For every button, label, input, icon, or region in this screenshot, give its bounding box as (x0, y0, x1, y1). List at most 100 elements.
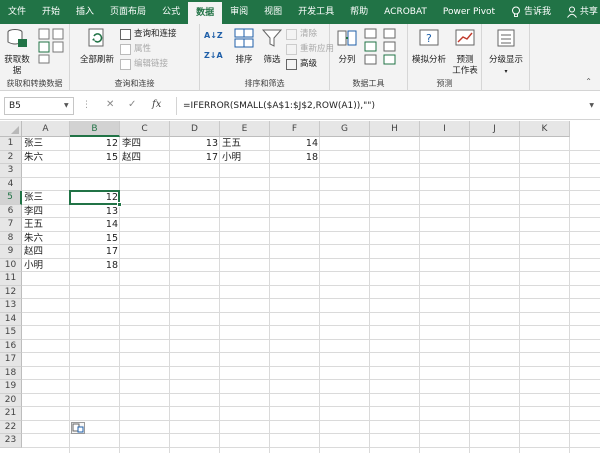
row-header-19[interactable]: 19 (0, 380, 22, 394)
forecast-sheet-button[interactable]: 预测 工作表 (450, 27, 480, 77)
cell-a7[interactable]: 王五 (22, 218, 70, 232)
select-all-button[interactable] (0, 121, 22, 137)
refresh-all-button[interactable]: 全部刷新 (76, 27, 118, 66)
row-header-1[interactable]: 1 (0, 137, 22, 151)
reapply-button[interactable]: 重新应用 (286, 43, 334, 55)
row-header-8[interactable]: 8 (0, 231, 22, 245)
column-header-i[interactable]: I (420, 121, 470, 137)
expand-formula-bar-icon[interactable]: ▼ (589, 102, 594, 109)
properties-button[interactable]: 属性 (120, 43, 151, 55)
row-header-4[interactable]: 4 (0, 177, 22, 191)
row-header-20[interactable]: 20 (0, 393, 22, 407)
column-header-c[interactable]: C (120, 121, 170, 137)
cell-f2[interactable]: 18 (270, 151, 320, 165)
filter-button[interactable]: 筛选 (260, 27, 284, 66)
tell-me-box[interactable]: 告诉我 (503, 0, 559, 24)
tab-file[interactable]: 文件 (0, 0, 34, 24)
get-data-button[interactable]: 获取数 据 (2, 27, 32, 77)
cell-b2[interactable]: 15 (70, 151, 120, 165)
column-header-k[interactable]: K (520, 121, 570, 137)
cell-a1[interactable]: 张三 (22, 137, 70, 151)
row-header-3[interactable]: 3 (0, 164, 22, 178)
cell-b9[interactable]: 17 (70, 245, 120, 259)
tab-insert[interactable]: 插入 (68, 0, 102, 24)
row-header-18[interactable]: 18 (0, 366, 22, 380)
cell-a6[interactable]: 李四 (22, 205, 70, 219)
name-box-dropdown-icon[interactable]: ▼ (64, 102, 69, 109)
enter-formula-button[interactable]: ✓ (128, 99, 136, 110)
advanced-button[interactable]: 高级 (286, 58, 317, 70)
sort-button[interactable]: 排序 (232, 27, 256, 66)
row-header-2[interactable]: 2 (0, 150, 22, 164)
cell-e2[interactable]: 小明 (220, 151, 270, 165)
data-tools-icons[interactable] (364, 28, 404, 66)
tab-developer[interactable]: 开发工具 (290, 0, 342, 24)
row-header-17[interactable]: 17 (0, 353, 22, 367)
queries-connections-button[interactable]: 查询和连接 (120, 28, 177, 40)
row-header-9[interactable]: 9 (0, 245, 22, 259)
sort-ascending-button[interactable]: A↓Z (204, 30, 223, 42)
outline-button[interactable]: 分级显示 ▾ (484, 27, 528, 77)
cell-a9[interactable]: 赵四 (22, 245, 70, 259)
what-if-button[interactable]: ? 模拟分析 (410, 27, 448, 66)
tab-help[interactable]: 帮助 (342, 0, 376, 24)
cancel-formula-button[interactable]: ✕ (106, 99, 114, 110)
column-header-f[interactable]: F (270, 121, 320, 137)
tab-data[interactable]: 数据 (188, 2, 223, 24)
cell-d1[interactable]: 13 (170, 137, 220, 151)
cell-f1[interactable]: 14 (270, 137, 320, 151)
row-header-6[interactable]: 6 (0, 204, 22, 218)
row-header-23[interactable]: 23 (0, 434, 22, 448)
edit-links-button[interactable]: 编辑链接 (120, 58, 168, 70)
tab-page-layout[interactable]: 页面布局 (102, 0, 154, 24)
formula-input[interactable]: =IFERROR(SMALL($A$1:$J$2,ROW(A1)),"") (176, 97, 592, 115)
row-header-15[interactable]: 15 (0, 326, 22, 340)
row-header-16[interactable]: 16 (0, 339, 22, 353)
row-header-11[interactable]: 11 (0, 272, 22, 286)
fill-handle[interactable] (117, 201, 122, 207)
cell-a5[interactable]: 张三 (22, 191, 70, 205)
collapse-ribbon-icon[interactable]: ⌃ (585, 77, 592, 86)
tab-review[interactable]: 审阅 (222, 0, 256, 24)
cell-b7[interactable]: 14 (70, 218, 120, 232)
cell-a10[interactable]: 小明 (22, 259, 70, 273)
insert-function-button[interactable]: fx (152, 99, 161, 110)
cell-d2[interactable]: 17 (170, 151, 220, 165)
cell-b8[interactable]: 15 (70, 232, 120, 246)
cell-e1[interactable]: 王五 (220, 137, 270, 151)
formula-bar-grip-icon[interactable]: ⋮ (82, 100, 91, 110)
row-header-12[interactable]: 12 (0, 285, 22, 299)
row-header-21[interactable]: 21 (0, 407, 22, 421)
clear-button[interactable]: 清除 (286, 28, 317, 40)
cell-b1[interactable]: 12 (70, 137, 120, 151)
column-header-j[interactable]: J (470, 121, 520, 137)
row-header-5[interactable]: 5 (0, 191, 22, 205)
column-header-g[interactable]: G (320, 121, 370, 137)
row-header-7[interactable]: 7 (0, 218, 22, 232)
tab-acrobat[interactable]: ACROBAT (376, 0, 435, 24)
worksheet-grid[interactable]: A B C D E F G H I J K 1 2 3 4 5 6 7 8 9 10 11 12 13 14 15 16 17 18 19… (0, 121, 600, 453)
column-header-h[interactable]: H (370, 121, 420, 137)
data-source-icons[interactable] (38, 28, 68, 64)
row-header-10[interactable]: 10 (0, 258, 22, 272)
cell-a2[interactable]: 朱六 (22, 151, 70, 165)
share-button[interactable]: 共享 (559, 0, 600, 24)
column-header-e[interactable]: E (220, 121, 270, 137)
row-header-13[interactable]: 13 (0, 299, 22, 313)
column-header-b[interactable]: B (70, 121, 120, 137)
paste-options-icon[interactable] (71, 421, 85, 434)
sort-descending-button[interactable]: Z↓A (204, 50, 223, 62)
tab-home[interactable]: 开始 (34, 0, 68, 24)
cell-b10[interactable]: 18 (70, 259, 120, 273)
cell-c1[interactable]: 李四 (120, 137, 170, 151)
cell-a8[interactable]: 朱六 (22, 232, 70, 246)
cell-b6[interactable]: 13 (70, 205, 120, 219)
column-header-d[interactable]: D (170, 121, 220, 137)
row-header-14[interactable]: 14 (0, 312, 22, 326)
column-header-a[interactable]: A (22, 121, 70, 137)
tab-formulas[interactable]: 公式 (154, 0, 188, 24)
row-header-22[interactable]: 22 (0, 420, 22, 434)
tab-view[interactable]: 视图 (256, 0, 290, 24)
cell-c2[interactable]: 赵四 (120, 151, 170, 165)
tab-power-pivot[interactable]: Power Pivot (435, 0, 503, 24)
